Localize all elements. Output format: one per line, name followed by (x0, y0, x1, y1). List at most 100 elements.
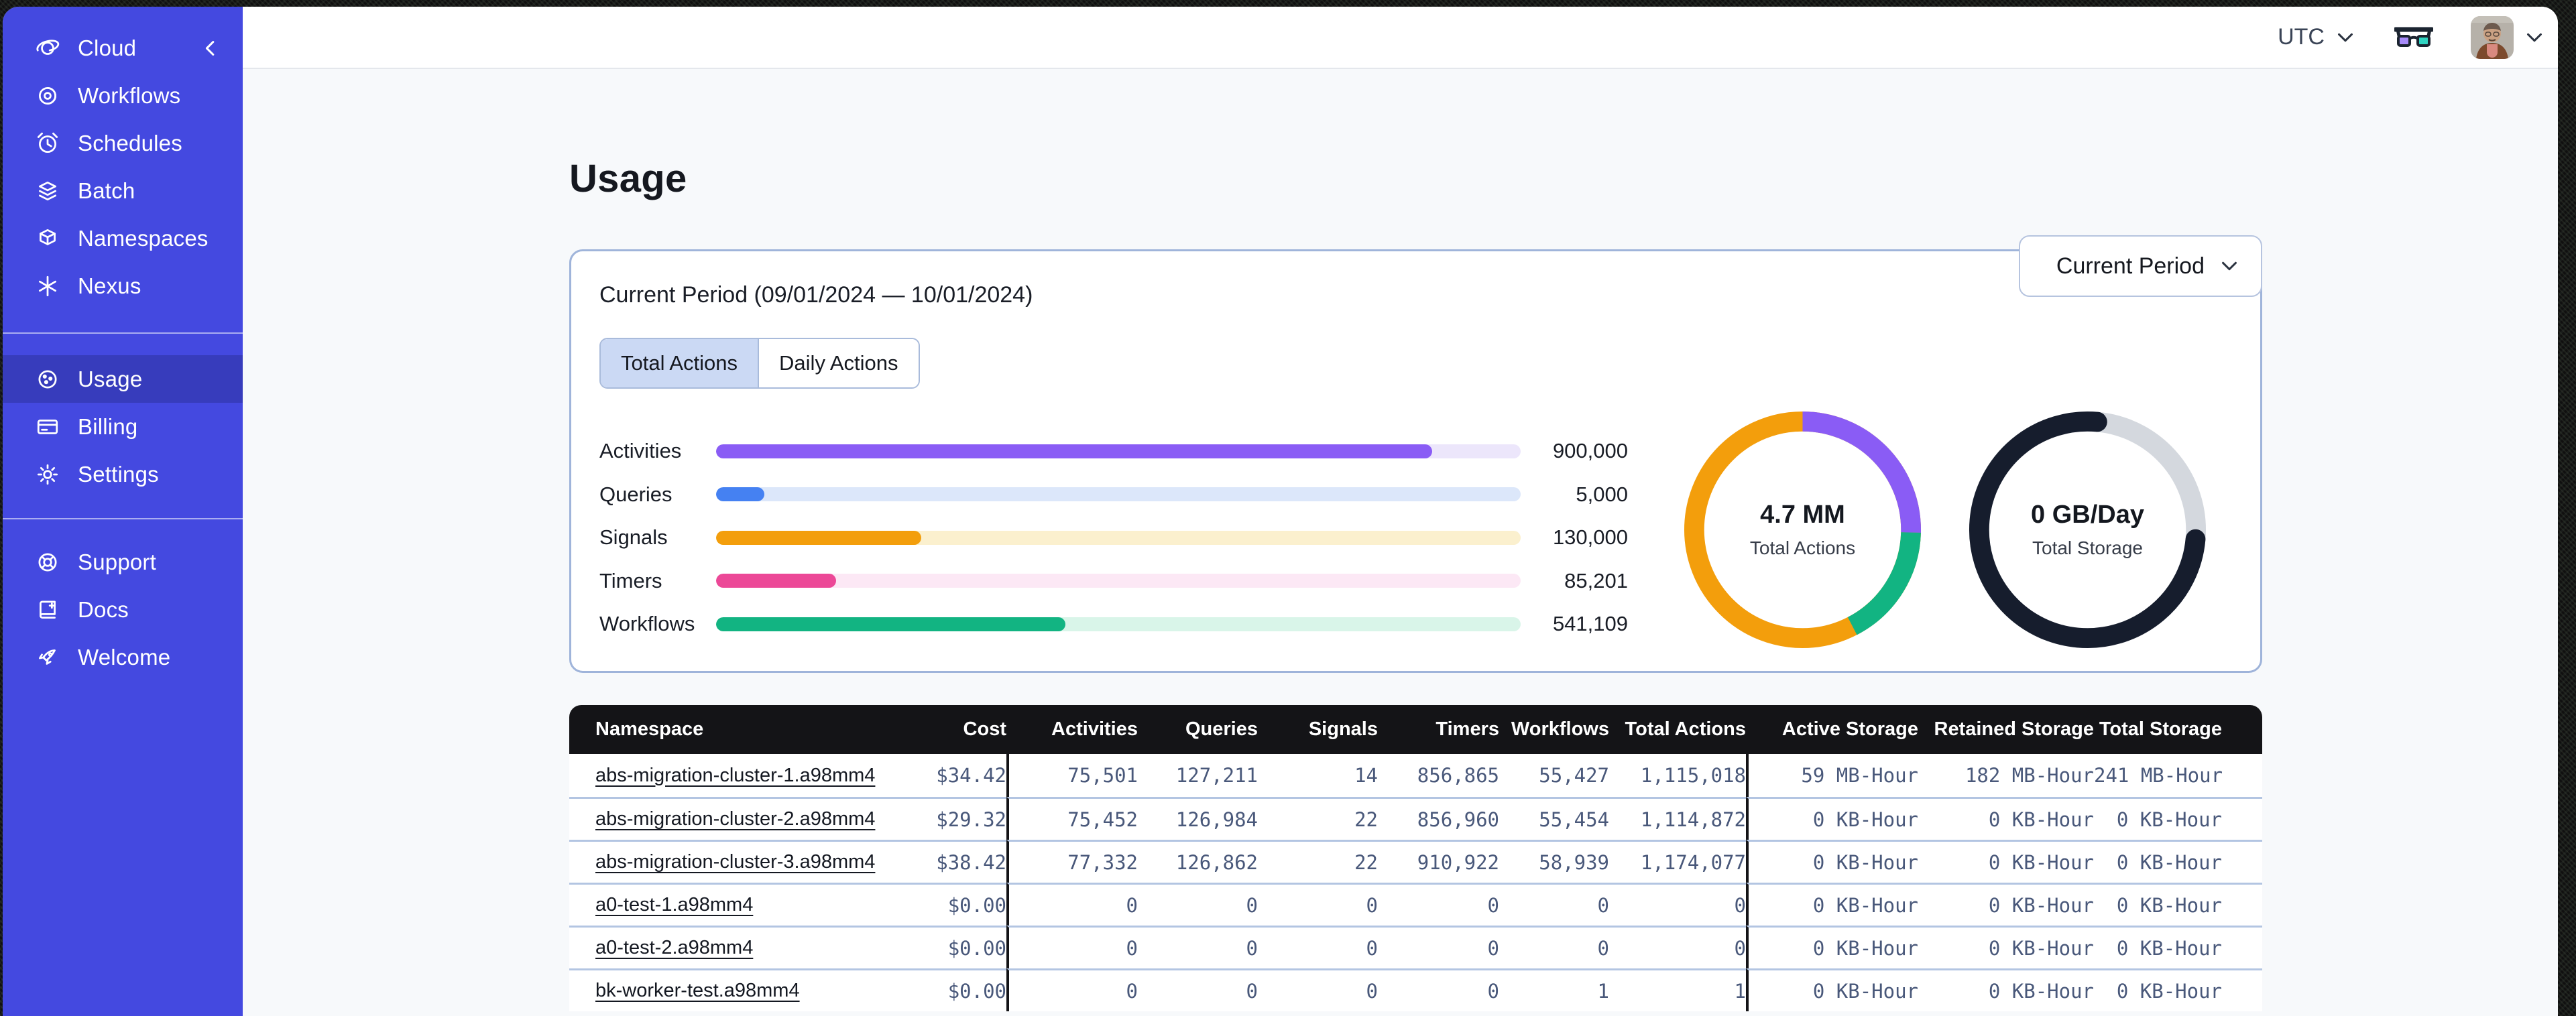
period-selector-button[interactable]: Current Period (2018, 235, 2262, 297)
table-cell: 0 (1609, 883, 1746, 926)
table-cell: 1 (1609, 968, 1746, 1011)
sidebar-item-namespaces[interactable]: Namespaces (3, 214, 243, 262)
table-cell: 0 (1138, 968, 1258, 1011)
table-cell: 0 (1006, 926, 1138, 968)
sidebar-item-schedules[interactable]: Schedules (3, 119, 243, 167)
namespace-cell: abs-migration-cluster-1.a98mm4 (569, 754, 878, 797)
cloud-icon (35, 36, 60, 61)
actions-tab-group: Total Actions Daily Actions (599, 338, 920, 389)
donut-label: Total Storage (2032, 537, 2143, 558)
table-row: bk-worker-test.a98mm4 $0.00 0 0 0 0 1 1 0 KB-Hou… (569, 968, 2262, 1011)
table-cell: 0 KB-Hour (1746, 968, 1918, 1011)
avatar (2471, 15, 2514, 59)
table-cell: 14 (1258, 754, 1378, 797)
sidebar-divider (3, 518, 243, 519)
table-cell: 0 (1006, 883, 1138, 926)
sidebar-item-nexus[interactable]: Nexus (3, 262, 243, 310)
table-cell: 0 (1499, 926, 1609, 968)
table-cell: 0 (1006, 968, 1138, 1011)
glasses-button[interactable] (2393, 23, 2435, 52)
timezone-selector[interactable]: UTC (2268, 24, 2357, 66)
sidebar-item-settings[interactable]: Settings (3, 450, 243, 498)
table-cell: 910,922 (1378, 840, 1499, 883)
bar-fill (716, 574, 836, 588)
sidebar-item-workflows[interactable]: Workflows (3, 72, 243, 119)
table-cell: 22 (1258, 797, 1378, 840)
table-cell: 0 (1258, 883, 1378, 926)
table-cell: 182 MB-Hour (1918, 754, 2094, 797)
namespace-cell: abs-migration-cluster-3.a98mm4 (569, 840, 878, 883)
sidebar-item-billing[interactable]: Billing (3, 403, 243, 450)
table-cell: 0 (1499, 883, 1609, 926)
column-header-cost: Cost (878, 705, 1006, 754)
usage-bar-row: Timers 85,201 (599, 560, 1628, 603)
table-cell: $0.00 (878, 883, 1006, 926)
bar-value: 85,201 (1564, 568, 1628, 592)
column-header-total-storage: Total Storage (2094, 705, 2262, 754)
tab-daily-actions[interactable]: Daily Actions (758, 339, 919, 387)
table-cell: 75,452 (1006, 797, 1138, 840)
sidebar-item-label: Settings (78, 461, 159, 487)
namespaces-icon (35, 226, 60, 251)
namespace-link[interactable]: a0-test-1.a98mm4 (595, 894, 753, 915)
namespace-link[interactable]: abs-migration-cluster-1.a98mm4 (595, 765, 875, 786)
tab-total-actions[interactable]: Total Actions (601, 339, 758, 387)
table-cell: 241 MB-Hour (2094, 754, 2262, 797)
sidebar-item-label: Schedules (78, 130, 182, 155)
table-cell: 22 (1258, 840, 1378, 883)
table-cell: 0 KB-Hour (2094, 797, 2262, 840)
column-header-total-actions: Total Actions (1609, 705, 1746, 754)
table-cell: $38.42 (878, 840, 1006, 883)
bar-fill (716, 530, 921, 545)
column-header-timers: Timers (1378, 705, 1499, 754)
table-cell: 856,960 (1378, 797, 1499, 840)
docs-icon (35, 597, 60, 623)
table-cell: 0 (1609, 926, 1746, 968)
table-cell: 0 KB-Hour (2094, 926, 2262, 968)
welcome-icon (35, 645, 60, 670)
table-cell: 58,939 (1499, 840, 1609, 883)
namespace-link[interactable]: a0-test-2.a98mm4 (595, 937, 753, 958)
table-cell: 55,454 (1499, 797, 1609, 840)
settings-icon (35, 462, 60, 487)
chevron-left-icon[interactable] (200, 37, 223, 60)
table-cell: 0 KB-Hour (2094, 968, 2262, 1011)
sidebar-header[interactable]: Cloud (3, 24, 243, 72)
sidebar-item-batch[interactable]: Batch (3, 167, 243, 214)
donut-label: Total Actions (1749, 537, 1856, 558)
bar-fill (716, 617, 1065, 631)
timezone-label: UTC (2278, 24, 2325, 50)
nexus-icon (35, 273, 60, 299)
donut-value: 4.7 MM (1760, 501, 1845, 529)
sidebar-item-support[interactable]: Support (3, 538, 243, 586)
table-row: abs-migration-cluster-2.a98mm4 $29.32 75,4… (569, 797, 2262, 840)
sidebar-item-label: Welcome (78, 644, 171, 670)
donut-value: 0 GB/Day (2031, 501, 2144, 529)
usage-bar-row: Signals 130,000 (599, 516, 1628, 560)
sidebar-item-label: Usage (78, 366, 143, 391)
table-cell: 0 KB-Hour (1918, 840, 2094, 883)
column-header-queries: Queries (1138, 705, 1258, 754)
column-header-active-storage: Active Storage (1746, 705, 1918, 754)
bar-label: Timers (599, 568, 662, 592)
sidebar-item-usage[interactable]: Usage (3, 355, 243, 403)
sidebar-item-welcome[interactable]: Welcome (3, 633, 243, 681)
table-cell: 55,427 (1499, 754, 1609, 797)
chevron-down-icon (2334, 26, 2357, 49)
card-title: Current Period (09/01/2024 — 10/01/2024) (599, 282, 1033, 308)
bar-label: Signals (599, 525, 668, 550)
app-window: Cloud Workflows Schedules Batch Namespaces N… (3, 7, 2558, 1016)
namespace-link[interactable]: abs-migration-cluster-3.a98mm4 (595, 851, 875, 873)
namespace-link[interactable]: bk-worker-test.a98mm4 (595, 980, 800, 1001)
sidebar-item-docs[interactable]: Docs (3, 586, 243, 633)
table-cell: 0 (1138, 926, 1258, 968)
table-cell: 0 KB-Hour (1918, 797, 2094, 840)
usage-bar-row: Workflows 541,109 (599, 602, 1628, 646)
bar-fill (716, 444, 1432, 458)
user-menu[interactable] (2471, 15, 2546, 59)
namespace-cell: bk-worker-test.a98mm4 (569, 968, 878, 1011)
namespace-link[interactable]: abs-migration-cluster-2.a98mm4 (595, 808, 875, 830)
total-storage-donut: 0 GB/Day Total Storage (1968, 410, 2207, 649)
total-actions-donut: 4.7 MM Total Actions (1683, 410, 1922, 649)
bar-track (716, 617, 1521, 631)
